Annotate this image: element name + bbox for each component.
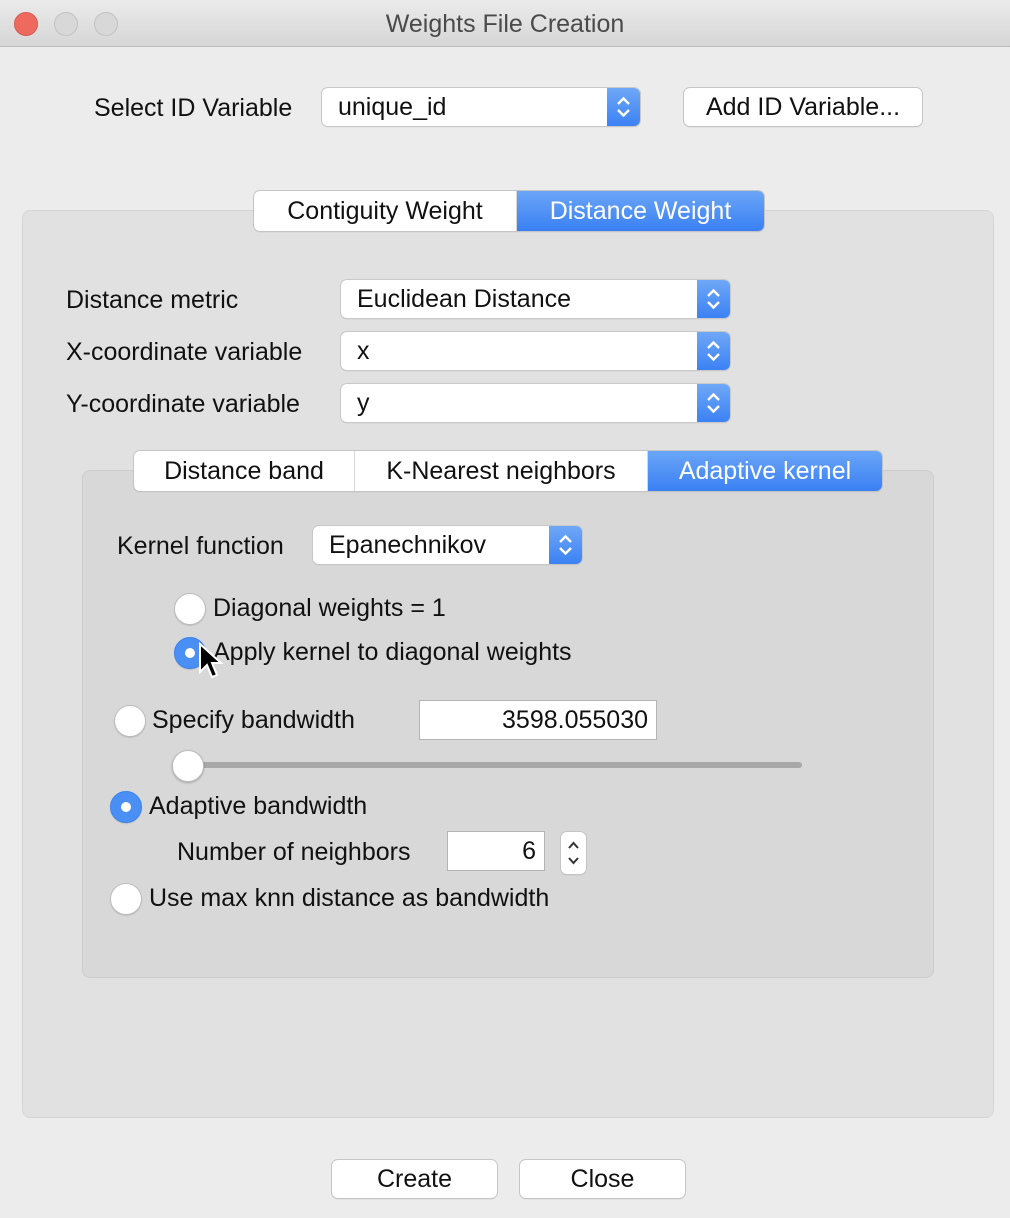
x-coordinate-value: x <box>357 337 370 365</box>
y-coordinate-select[interactable]: y <box>341 384 730 422</box>
number-of-neighbors-input[interactable]: 6 <box>447 831 545 871</box>
diagonal-weights-one-label: Diagonal weights = 1 <box>213 594 446 622</box>
x-coordinate-select[interactable]: x <box>341 332 730 370</box>
tab-k-nearest-neighbors[interactable]: K-Nearest neighbors <box>355 451 648 491</box>
kernel-function-label: Kernel function <box>117 532 284 560</box>
diagonal-weights-one-radio[interactable] <box>174 593 206 625</box>
chevron-updown-icon <box>607 88 640 126</box>
tab-contiguity-weight[interactable]: Contiguity Weight <box>254 191 517 231</box>
adaptive-bandwidth-radio[interactable] <box>110 791 142 823</box>
weight-type-tabs: Contiguity Weight Distance Weight <box>254 191 764 231</box>
create-button[interactable]: Create <box>332 1160 497 1198</box>
tab-adaptive-kernel[interactable]: Adaptive kernel <box>648 451 882 491</box>
tab-distance-band[interactable]: Distance band <box>134 451 355 491</box>
number-of-neighbors-label: Number of neighbors <box>177 838 411 866</box>
window-title: Weights File Creation <box>385 10 625 38</box>
tab-distance-weight[interactable]: Distance Weight <box>517 191 764 231</box>
add-id-variable-button[interactable]: Add ID Variable... <box>684 88 922 126</box>
y-coordinate-value: y <box>357 389 370 417</box>
title-bar: Weights File Creation <box>0 0 1010 47</box>
max-knn-bandwidth-label: Use max knn distance as bandwidth <box>149 884 550 912</box>
bandwidth-slider-handle[interactable] <box>172 750 204 782</box>
mouse-pointer-icon <box>199 642 224 679</box>
chevron-updown-icon <box>697 280 730 318</box>
bandwidth-input[interactable]: 3598.055030 <box>419 700 657 740</box>
specify-bandwidth-radio[interactable] <box>114 705 146 737</box>
specify-bandwidth-label: Specify bandwidth <box>152 706 355 734</box>
chevron-updown-icon <box>697 384 730 422</box>
max-knn-bandwidth-radio[interactable] <box>110 883 142 915</box>
distance-metric-value: Euclidean Distance <box>357 285 572 313</box>
id-variable-value: unique_id <box>338 93 447 121</box>
close-button[interactable]: Close <box>520 1160 685 1198</box>
x-coordinate-label: X-coordinate variable <box>66 338 303 366</box>
select-id-variable-label: Select ID Variable <box>94 94 293 122</box>
bandwidth-slider-track[interactable] <box>176 762 802 768</box>
method-tabs: Distance band K-Nearest neighbors Adapti… <box>134 451 882 491</box>
apply-kernel-diagonal-label: Apply kernel to diagonal weights <box>213 638 572 666</box>
chevron-updown-icon <box>697 332 730 370</box>
kernel-function-value: Epanechnikov <box>329 531 487 559</box>
adaptive-bandwidth-label: Adaptive bandwidth <box>149 792 368 820</box>
chevron-updown-icon <box>549 526 582 564</box>
neighbors-stepper[interactable] <box>561 832 586 874</box>
id-variable-select[interactable]: unique_id <box>322 88 640 126</box>
distance-metric-label: Distance metric <box>66 286 239 314</box>
kernel-function-select[interactable]: Epanechnikov <box>313 526 582 564</box>
distance-metric-select[interactable]: Euclidean Distance <box>341 280 730 318</box>
chevron-updown-icon <box>568 841 579 865</box>
y-coordinate-label: Y-coordinate variable <box>66 390 300 418</box>
